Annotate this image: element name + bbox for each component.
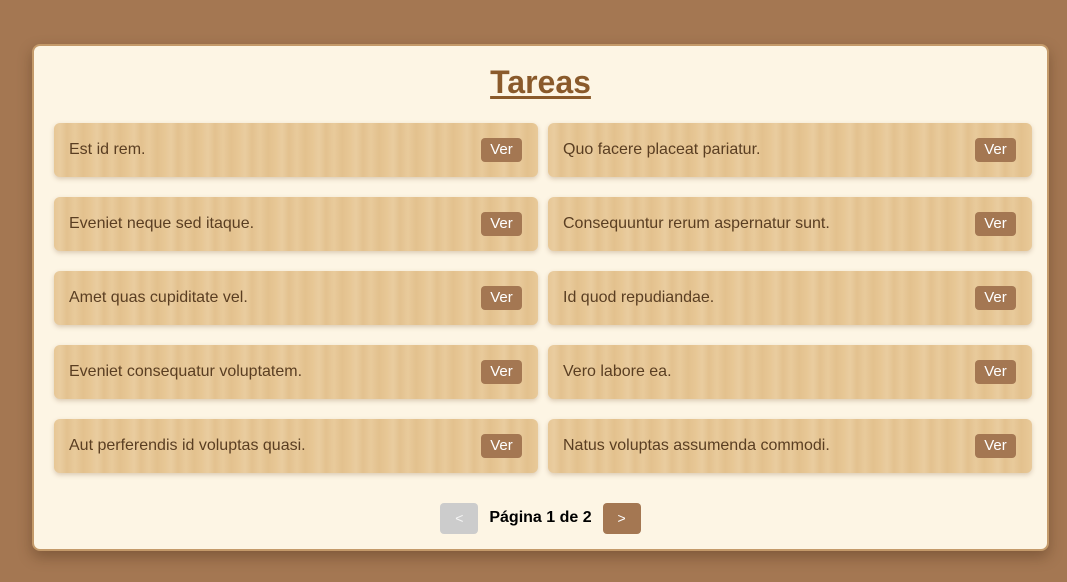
task-card: Eveniet consequatur voluptatem. Ver [54, 345, 538, 399]
task-text: Id quod repudiandae. [563, 289, 715, 306]
view-task-button[interactable]: Ver [481, 286, 522, 310]
task-text: Vero labore ea. [563, 363, 672, 380]
task-text: Est id rem. [69, 141, 146, 158]
page-title: Tareas [490, 64, 591, 100]
task-card: Amet quas cupiditate vel. Ver [54, 271, 538, 325]
view-task-button[interactable]: Ver [975, 360, 1016, 384]
pagination: < Página 1 de 2 > [34, 502, 1047, 534]
page-indicator: Página 1 de 2 [489, 509, 592, 526]
task-card: Quo facere placeat pariatur. Ver [548, 123, 1032, 177]
task-text: Consequuntur rerum aspernatur sunt. [563, 215, 830, 232]
task-card: Id quod repudiandae. Ver [548, 271, 1032, 325]
task-text: Quo facere placeat pariatur. [563, 141, 761, 158]
view-task-button[interactable]: Ver [481, 212, 522, 236]
task-text: Eveniet consequatur voluptatem. [69, 363, 303, 380]
task-card: Aut perferendis id voluptas quasi. Ver [54, 419, 538, 473]
task-card: Consequuntur rerum aspernatur sunt. Ver [548, 197, 1032, 251]
view-task-button[interactable]: Ver [481, 434, 522, 458]
task-text: Natus voluptas assumenda commodi. [563, 437, 830, 454]
task-text: Aut perferendis id voluptas quasi. [69, 437, 306, 454]
task-text: Amet quas cupiditate vel. [69, 289, 248, 306]
task-card: Eveniet neque sed itaque. Ver [54, 197, 538, 251]
view-task-button[interactable]: Ver [481, 360, 522, 384]
view-task-button[interactable]: Ver [975, 434, 1016, 458]
task-card: Vero labore ea. Ver [548, 345, 1032, 399]
view-task-button[interactable]: Ver [975, 286, 1016, 310]
task-grid: Est id rem. Ver Quo facere placeat paria… [54, 123, 1032, 473]
tasks-panel: Tareas Est id rem. Ver Quo facere placea… [32, 44, 1049, 551]
next-page-button[interactable]: > [602, 502, 641, 534]
task-card: Est id rem. Ver [54, 123, 538, 177]
previous-page-button[interactable]: < [440, 502, 479, 534]
task-card: Natus voluptas assumenda commodi. Ver [548, 419, 1032, 473]
view-task-button[interactable]: Ver [975, 212, 1016, 236]
view-task-button[interactable]: Ver [975, 138, 1016, 162]
view-task-button[interactable]: Ver [481, 138, 522, 162]
task-text: Eveniet neque sed itaque. [69, 215, 255, 232]
